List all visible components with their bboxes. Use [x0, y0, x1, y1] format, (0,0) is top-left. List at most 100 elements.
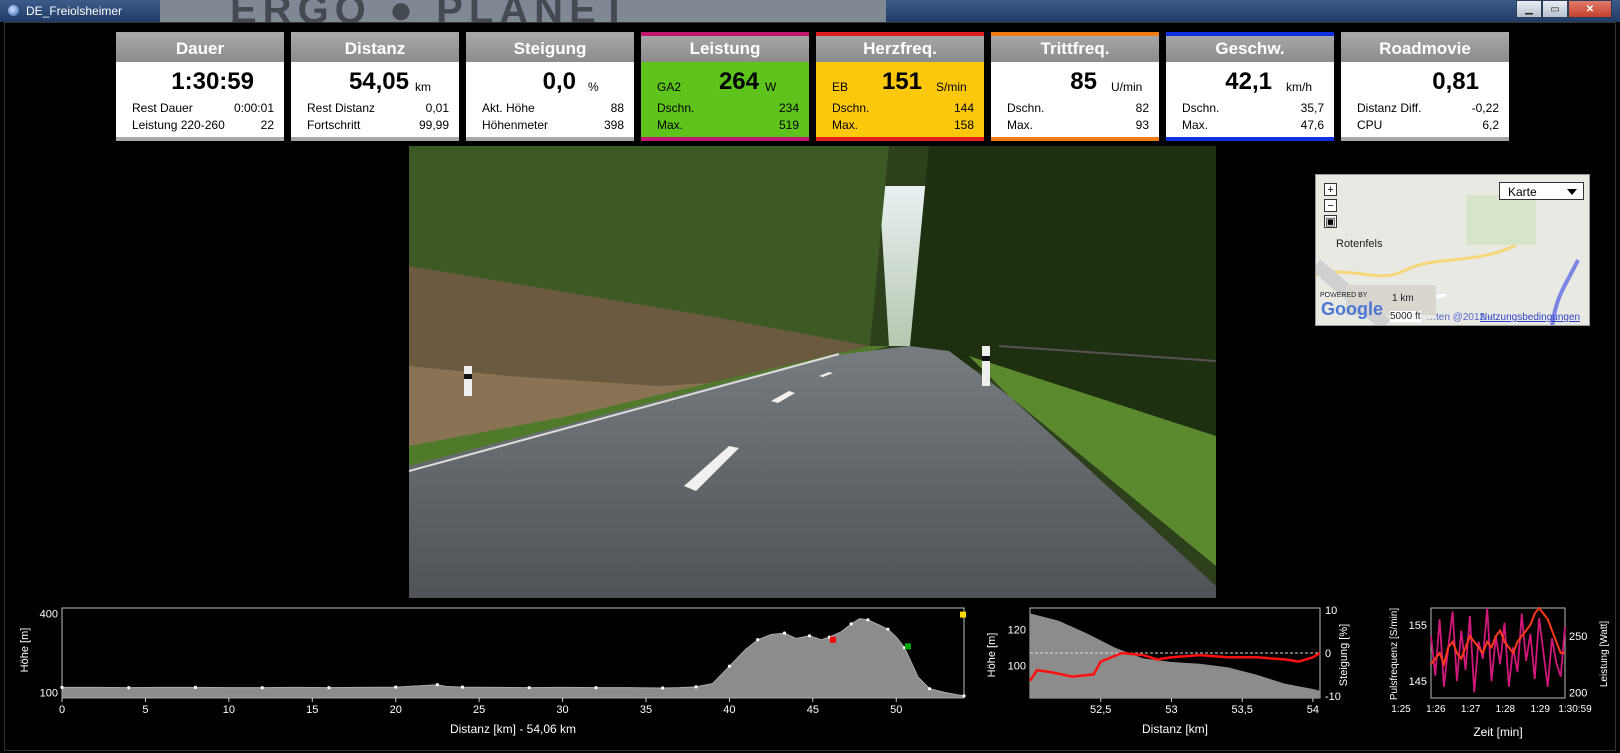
close-button[interactable]: ✕ [1568, 0, 1612, 18]
waypoint-dot [460, 685, 465, 689]
y2-tick-label: 10 [1325, 605, 1337, 617]
waypoint-dot [866, 618, 870, 622]
y2-tick-label: -10 [1325, 691, 1341, 703]
row-label: Max. [1182, 118, 1209, 132]
y2-tick-label: 0 [1325, 648, 1331, 660]
x-tick-label: 1:30:59 [1558, 704, 1592, 715]
waypoint-dot [849, 622, 853, 626]
x-axis-label: Distanz [km] - 54,06 km [450, 722, 576, 736]
app-icon [8, 5, 19, 16]
tile-row-2: Max. 47,6 [1182, 118, 1324, 132]
tile-row-1: Dschn. 35,7 [1182, 101, 1324, 115]
road-video-frame [409, 146, 1216, 598]
row-value: 99,99 [418, 118, 449, 132]
waypoint-dot [928, 687, 932, 691]
tile-roadmovie: Roadmovie 0,81 Distanz Diff. -0,22 CPU 6,2 [1341, 32, 1509, 141]
x-tick-label: 52,5 [1090, 704, 1111, 716]
waypoint-dot [962, 694, 966, 698]
row-label: Akt. Höhe [482, 101, 535, 115]
tile-main-value: 1:30:59 [171, 68, 254, 95]
tile-body: 1:30:59 Rest Dauer 0:00:01 Leistung 220-2… [116, 62, 284, 137]
tile-trittfreq: Trittfreq. 85 U/min Dschn. 82 Max. 93 [991, 32, 1159, 141]
tile-title: Steigung [466, 36, 634, 62]
row-value: 88 [610, 101, 624, 115]
powered-by-label: POWERED BY [1320, 292, 1368, 299]
tile-dauer: Dauer 1:30:59 Rest Dauer 0:00:01 Leistung… [116, 32, 284, 141]
row-value: 158 [953, 118, 974, 132]
waypoint-dot [260, 686, 264, 690]
terms-link[interactable]: Nutzungsbedingungen [1480, 312, 1580, 323]
tile-unit: W [765, 80, 777, 94]
row-value: 82 [1135, 101, 1149, 115]
elevation-profile-chart: 0 5 10 15 20 25 30 35 40 45 50 100 400 Distanz [km] -… [14, 600, 969, 740]
tile-title: Geschw. [1166, 36, 1334, 62]
minimize-button[interactable]: ▁ [1516, 0, 1542, 18]
waypoint-dot [435, 683, 440, 687]
x-tick-label: 45 [807, 704, 819, 716]
zoom-out-button[interactable]: − [1324, 199, 1337, 212]
tile-body: 0,81 Distanz Diff. -0,22 CPU 6,2 [1341, 62, 1509, 137]
google-logo: Google [1321, 299, 1383, 319]
tile-title: Leistung [641, 36, 809, 62]
tile-title: Distanz [291, 36, 459, 62]
tile-body: 0,0 % Akt. Höhe 88 Höhenmeter 398 [466, 62, 634, 137]
tile-row-1: Akt. Höhe 88 [482, 101, 624, 115]
waypoint-dot [694, 685, 698, 689]
x-tick-label: 5 [142, 704, 148, 716]
tile-zone-tag: GA2 [657, 80, 682, 94]
y-axis-label: Höhe [m] [19, 628, 31, 673]
row-label: Rest Dauer [132, 101, 193, 115]
ergo-planet-logo: ERGO ● PLANET [160, 0, 886, 22]
row-label: CPU [1357, 118, 1383, 132]
x-tick-label: 50 [890, 704, 902, 716]
x-tick-label: 53 [1165, 704, 1177, 716]
y2-axis-label: Steigung [%] [1338, 624, 1350, 686]
waypoint-dot [661, 686, 665, 690]
zoom-in-button[interactable]: + [1324, 183, 1337, 196]
x-axis-label: Zeit [min] [1473, 725, 1522, 739]
position-marker [829, 636, 836, 643]
x-tick-label: 1:29 [1530, 704, 1550, 715]
tile-main-value: 0,81 [1432, 68, 1479, 95]
tile-row-2: Max. 158 [832, 118, 974, 132]
center-button[interactable]: ▣ [1324, 215, 1337, 228]
tile-row-1: Dschn. 144 [832, 101, 974, 115]
row-label: Max. [1007, 118, 1034, 132]
tile-row-2: Fortschritt 99,99 [307, 118, 449, 132]
waypoint-dot [756, 638, 760, 642]
row-value: 519 [778, 118, 799, 132]
x-tick-label: 0 [59, 704, 65, 716]
waypoint-dot [886, 627, 890, 631]
row-label: Höhenmeter [482, 118, 549, 132]
x-tick-label: 30 [556, 704, 568, 716]
x-tick-label: 1:27 [1461, 704, 1481, 715]
scale-km-label: 1 km [1392, 293, 1414, 304]
x-tick-label: 1:26 [1426, 704, 1446, 715]
tile-unit: S/min [936, 80, 967, 94]
row-value: 6,2 [1482, 118, 1499, 132]
y-axis-label: Pulsfrequenz [S/min] [1389, 608, 1400, 700]
tile-row-2: Max. 93 [1007, 118, 1149, 132]
x-tick-label: 10 [223, 704, 235, 716]
tile-main-value: 264 [718, 68, 759, 95]
map-place-label: Rotenfels [1336, 238, 1383, 250]
row-label: Max. [832, 118, 859, 132]
waypoint-dot [782, 631, 787, 635]
waypoint-dot [127, 686, 131, 690]
tile-zone-tag: EB [832, 80, 849, 94]
tile-main-value: 42,1 [1225, 68, 1272, 95]
row-value: 144 [953, 101, 974, 115]
route-map[interactable]: + − ▣ Karte Rotenfels POWERED BY Google … [1315, 174, 1590, 326]
y2-tick-label: 250 [1569, 631, 1587, 643]
maximize-button[interactable]: ▭ [1542, 0, 1568, 18]
waypoint-dot [594, 686, 598, 690]
position-marker [959, 611, 966, 618]
tile-main-value: 85 [1070, 68, 1097, 95]
pulse-power-chart: 145 155 200 250 1:25 1:26 1:27 1:28 1:29 1:30:59 Z… [1385, 596, 1615, 746]
chevron-down-icon [1567, 189, 1577, 195]
map-type-select[interactable]: Karte [1499, 182, 1584, 200]
row-label: Dschn. [1007, 101, 1045, 115]
row-value: -0,22 [1471, 101, 1499, 115]
row-value: 35,7 [1300, 101, 1324, 115]
row-label: Fortschritt [307, 118, 361, 132]
